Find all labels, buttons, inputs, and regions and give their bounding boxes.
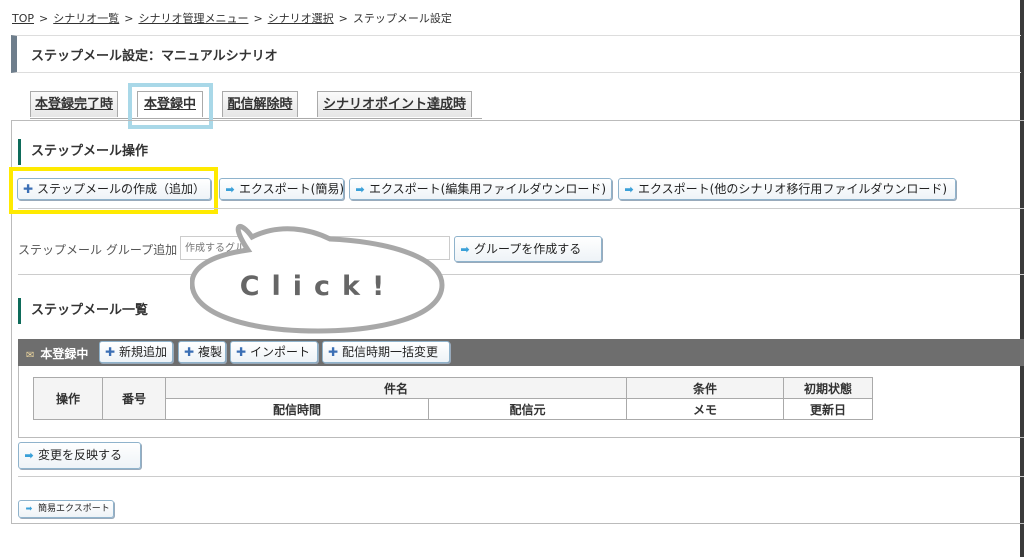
new-add-button[interactable]: ✚ 新規追加 bbox=[99, 341, 173, 363]
header-cond: 条件 bbox=[626, 377, 784, 399]
stepmail-table: 操作 番号 件名 条件 初期状態 配信時間 配信元 メモ 更新日 bbox=[33, 377, 873, 420]
header-no: 番号 bbox=[102, 377, 166, 420]
plus-icon: ✚ bbox=[104, 345, 116, 359]
breadcrumb-scenario-select[interactable]: シナリオ選択 bbox=[268, 12, 334, 25]
breadcrumb-scenario-list[interactable]: シナリオ一覧 bbox=[53, 12, 119, 25]
arrow-right-icon: ➡ bbox=[225, 183, 235, 196]
export-simple-button[interactable]: ➡ エクスポート(簡易) bbox=[219, 178, 344, 200]
import-button[interactable]: ✚ インポート bbox=[230, 341, 318, 363]
header-from: 配信元 bbox=[428, 398, 627, 420]
plus-icon: ✚ bbox=[235, 345, 247, 359]
header-time: 配信時間 bbox=[165, 398, 429, 420]
create-button-highlight bbox=[9, 167, 218, 214]
breadcrumb-current: ステップメール設定 bbox=[352, 12, 452, 25]
list-group-label: ✉ 本登録中 bbox=[26, 347, 89, 361]
mail-icon: ✉ bbox=[26, 350, 35, 361]
list-section-title: ステップメール一覧 bbox=[18, 298, 148, 324]
page-header: ステップメール設定：マニュアルシナリオ bbox=[11, 35, 1021, 73]
export-edit-button[interactable]: ➡ エクスポート(編集用ファイルダウンロード) bbox=[349, 178, 612, 200]
header-memo: メモ bbox=[626, 398, 784, 420]
header-init: 初期状態 bbox=[783, 377, 873, 399]
arrow-right-icon: ➡ bbox=[355, 183, 365, 196]
apply-changes-button[interactable]: ➡ 変更を反映する bbox=[18, 442, 141, 469]
breadcrumb-top[interactable]: TOP bbox=[12, 12, 34, 25]
arrow-right-icon: ➡ bbox=[24, 449, 34, 462]
header-op: 操作 bbox=[33, 377, 103, 420]
arrow-right-icon: ➡ bbox=[624, 183, 634, 196]
create-group-button[interactable]: ➡ グループを作成する bbox=[454, 236, 602, 262]
breadcrumb: TOP > シナリオ一覧 > シナリオ管理メニュー > シナリオ選択 > ステップメール設定 bbox=[12, 12, 452, 25]
divider bbox=[18, 476, 1024, 477]
export-migrate-button[interactable]: ➡ エクスポート(他のシナリオ移行用ファイルダウンロード) bbox=[618, 178, 956, 200]
plus-icon: ✚ bbox=[327, 345, 339, 359]
copy-button[interactable]: ✚ 複製 bbox=[178, 341, 226, 363]
click-speech-bubble: Click! bbox=[190, 224, 445, 334]
divider bbox=[18, 274, 1024, 275]
group-add-label: ステップメール グループ追加 bbox=[18, 243, 178, 257]
page-title: ステップメール設定：マニュアルシナリオ bbox=[31, 49, 278, 64]
tabs-baseline bbox=[30, 118, 482, 119]
plus-icon: ✚ bbox=[183, 345, 195, 359]
tab-unsubscribe[interactable]: 配信解除時 bbox=[222, 91, 298, 117]
divider bbox=[18, 208, 1024, 209]
tab-registration-complete[interactable]: 本登録完了時 bbox=[30, 91, 118, 117]
arrow-right-icon: ➡ bbox=[460, 243, 470, 256]
arrow-right-icon: ➡ bbox=[25, 504, 33, 513]
click-text: Click! bbox=[240, 271, 397, 302]
bulk-change-button[interactable]: ✚ 配信時期一括変更 bbox=[322, 341, 450, 363]
tab-scenario-point[interactable]: シナリオポイント達成時 bbox=[317, 91, 472, 117]
header-subject: 件名 bbox=[165, 377, 627, 399]
simple-export-button[interactable]: ➡ 簡易エクスポート bbox=[18, 500, 114, 518]
breadcrumb-scenario-menu[interactable]: シナリオ管理メニュー bbox=[138, 12, 248, 25]
header-updated: 更新日 bbox=[783, 398, 873, 420]
ops-section-title: ステップメール操作 bbox=[18, 139, 148, 165]
